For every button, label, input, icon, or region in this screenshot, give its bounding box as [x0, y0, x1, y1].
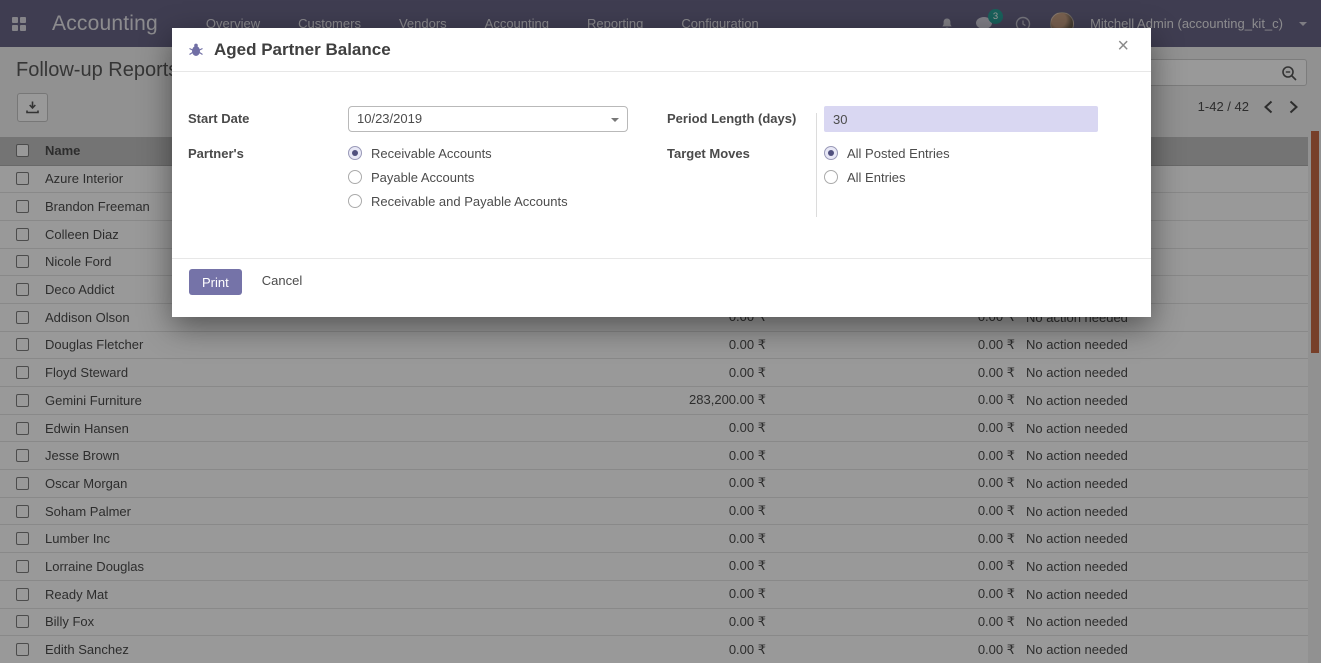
radio-option[interactable]: All Posted Entries	[824, 141, 1135, 165]
group-separator	[816, 113, 817, 217]
left-field-group: Start Date 10/23/2019 Partner's Receivab…	[188, 106, 651, 258]
radio-option[interactable]: All Entries	[824, 165, 1135, 189]
period-length-label: Period Length (days)	[667, 106, 824, 132]
aged-partner-balance-dialog: Aged Partner Balance × Start Date 10/23/…	[172, 28, 1151, 317]
radio-option[interactable]: Receivable and Payable Accounts	[348, 189, 651, 213]
print-button[interactable]: Print	[189, 269, 242, 295]
radio-icon	[348, 170, 362, 184]
screen: Accounting Overview Customers Vendors Ac…	[0, 0, 1321, 663]
radio-label: Receivable and Payable Accounts	[371, 194, 568, 209]
start-date-input[interactable]: 10/23/2019	[348, 106, 628, 132]
radio-label: All Entries	[847, 170, 906, 185]
radio-option[interactable]: Payable Accounts	[348, 165, 651, 189]
close-icon[interactable]: ×	[1111, 34, 1135, 58]
radio-option[interactable]: Receivable Accounts	[348, 141, 651, 165]
chevron-down-icon	[611, 118, 619, 122]
modal-footer: Print Cancel	[172, 258, 1151, 317]
period-length-input[interactable]: 30	[824, 106, 1098, 132]
partners-label: Partner's	[188, 141, 348, 213]
radio-icon	[824, 170, 838, 184]
radio-label: Payable Accounts	[371, 170, 474, 185]
modal-header: Aged Partner Balance ×	[172, 28, 1151, 72]
radio-label: All Posted Entries	[847, 146, 950, 161]
start-date-label: Start Date	[188, 106, 348, 132]
radio-label: Receivable Accounts	[371, 146, 492, 161]
radio-icon	[348, 146, 362, 160]
modal-body: Start Date 10/23/2019 Partner's Receivab…	[172, 72, 1151, 258]
radio-icon	[348, 194, 362, 208]
cancel-button[interactable]: Cancel	[262, 269, 302, 292]
start-date-value: 10/23/2019	[357, 111, 422, 126]
modal-title: Aged Partner Balance	[214, 40, 391, 60]
target-moves-label: Target Moves	[667, 141, 824, 189]
right-field-group: Period Length (days) 30 Target Moves All…	[651, 106, 1135, 258]
bug-icon	[188, 42, 204, 58]
radio-icon	[824, 146, 838, 160]
